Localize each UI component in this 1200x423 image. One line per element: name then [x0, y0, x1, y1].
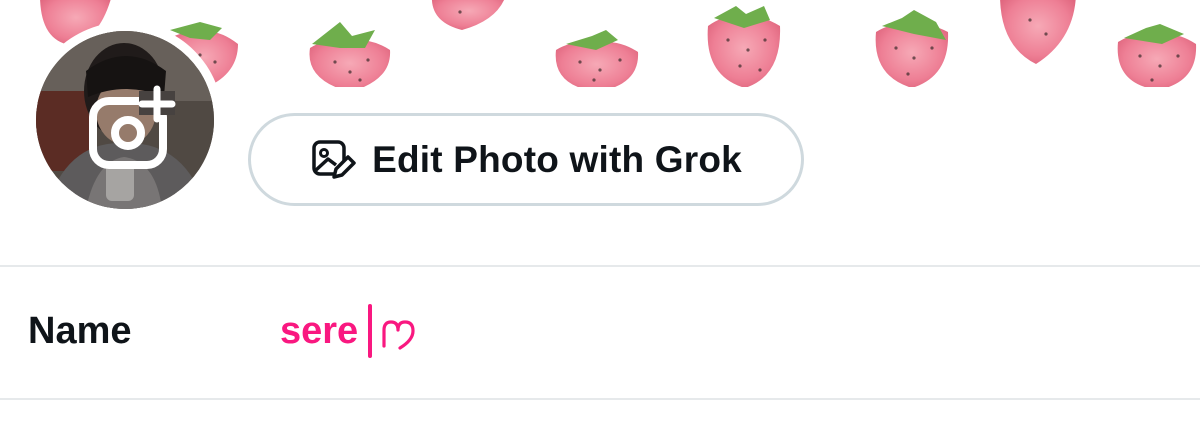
strawberry-icon [555, 30, 639, 87]
grok-button-label: Edit Photo with Grok [372, 138, 742, 180]
profile-avatar[interactable] [27, 22, 223, 218]
avatar-photo [36, 31, 214, 209]
strawberry-icon [1000, 0, 1076, 64]
name-input-value: sere [280, 310, 359, 352]
strawberry-icon [875, 10, 949, 87]
image-edit-icon [312, 139, 356, 179]
edit-photo-with-grok-button[interactable]: Edit Photo with Grok [248, 113, 804, 206]
divider [0, 265, 1200, 267]
strawberry-icon [309, 22, 391, 87]
strawberry-icon [707, 6, 781, 87]
divider [0, 398, 1200, 400]
name-input[interactable]: sere [278, 300, 1158, 364]
strawberry-icon [432, 0, 504, 30]
camera-plus-icon [89, 85, 176, 169]
name-field-label: Name [28, 310, 132, 352]
strawberry-icon [1117, 24, 1197, 87]
text-caret [368, 304, 372, 358]
heart-outline-icon [382, 320, 415, 350]
